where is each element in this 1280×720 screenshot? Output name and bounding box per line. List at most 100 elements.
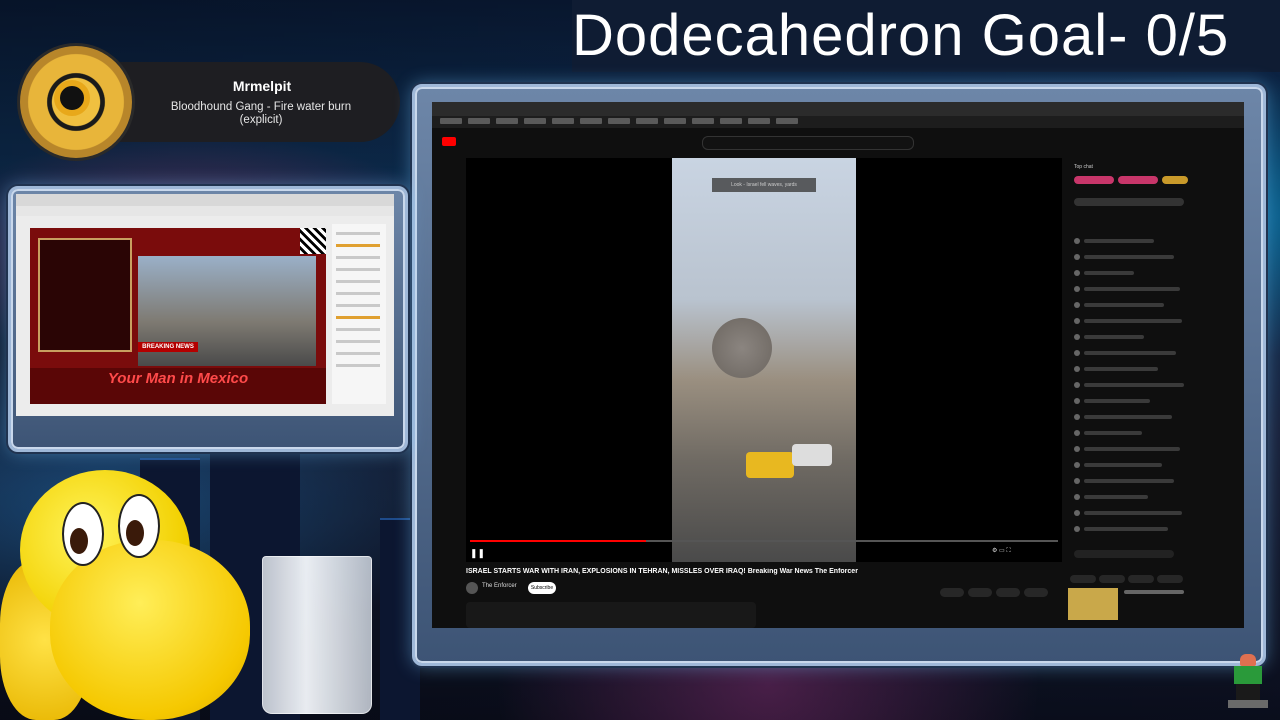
chat-avatar [1074, 478, 1080, 484]
chat-message [1084, 287, 1180, 291]
bookmark-item[interactable] [636, 118, 658, 124]
chat-avatar [1074, 350, 1080, 356]
chat-message [1084, 495, 1148, 499]
bookmark-item[interactable] [776, 118, 798, 124]
channel-name[interactable]: The Enforcer [482, 583, 517, 589]
chat-avatar [1074, 366, 1080, 372]
subscribe-button[interactable]: Subscribe [528, 582, 556, 594]
chat-avatar [1074, 526, 1080, 532]
rec-tab[interactable] [1099, 575, 1125, 583]
chat-message [336, 292, 380, 295]
stream-banner: Your Man in Mexico [107, 370, 249, 387]
chat-avatar [1074, 318, 1080, 324]
chat-avatar [1074, 494, 1080, 500]
rec-tab[interactable] [1157, 575, 1183, 583]
drinking-glass [262, 556, 372, 714]
chat-avatar [1074, 270, 1080, 276]
chat-message [1084, 527, 1168, 531]
mascot-pupil-left [70, 528, 88, 554]
chat-message [1084, 431, 1142, 435]
chat-message [1084, 255, 1174, 259]
share-button[interactable] [968, 588, 992, 597]
video-player[interactable]: Look - Israel fell waves, yards ❚❚ ⚙ ▭ ⛶ [466, 158, 1062, 562]
chat-message [1084, 399, 1150, 403]
chat-avatar [1074, 334, 1080, 340]
channel-avatar[interactable] [466, 582, 478, 594]
youtube-logo-icon[interactable] [442, 137, 456, 146]
chat-message [1084, 367, 1158, 371]
chat-message [336, 244, 380, 247]
smoke-cloud [712, 318, 772, 378]
chat-avatar [1074, 398, 1080, 404]
chat-pinned-pill[interactable] [1162, 176, 1188, 184]
qr-code-icon [300, 228, 326, 254]
chat-message [1084, 479, 1174, 483]
bookmark-item[interactable] [664, 118, 686, 124]
chat-message [336, 352, 380, 355]
bookmark-item[interactable] [496, 118, 518, 124]
browser-tab-bar[interactable] [432, 102, 1244, 116]
video-progress-bar[interactable] [470, 540, 1058, 542]
chat-avatar [1074, 238, 1080, 244]
bookmark-item[interactable] [692, 118, 714, 124]
video-frame: Look - Israel fell waves, yards [672, 158, 856, 562]
car [792, 444, 832, 466]
recommendation-tabs [1070, 570, 1240, 583]
like-button[interactable] [940, 588, 964, 597]
bookmark-item[interactable] [580, 118, 602, 124]
recommended-video-title[interactable] [1124, 590, 1184, 594]
bookmark-item[interactable] [468, 118, 490, 124]
chat-message [1084, 463, 1162, 467]
chat-avatar [1074, 382, 1080, 388]
secondary-browser-window: BREAKING NEWS Your Man in Mexico [16, 194, 394, 416]
chat-message [336, 280, 380, 283]
live-chat: Top chat [1070, 158, 1192, 562]
chat-avatar [1074, 414, 1080, 420]
chat-message [1084, 351, 1176, 355]
chat-message [1084, 447, 1180, 451]
taxi [746, 452, 794, 478]
chat-input[interactable] [1074, 550, 1174, 558]
now-playing-username: Mrmelpit [232, 78, 292, 94]
video-title: ISRAEL STARTS WAR WITH IRAN, EXPLOSIONS … [466, 568, 858, 575]
chat-banner[interactable] [1074, 198, 1184, 206]
rec-tab[interactable] [1070, 575, 1096, 583]
chat-message [1084, 239, 1154, 243]
breaking-news-label: BREAKING NEWS [138, 342, 198, 352]
mascot-pupil-right [126, 520, 144, 546]
bookmark-item[interactable] [748, 118, 770, 124]
chat-avatar [1074, 446, 1080, 452]
recommended-video-thumbnail[interactable] [1068, 588, 1118, 620]
rec-tab[interactable] [1128, 575, 1154, 583]
chat-avatar [1074, 462, 1080, 468]
chat-message [336, 340, 380, 343]
chat-message [1084, 319, 1182, 323]
chat-avatar [1074, 254, 1080, 260]
chat-avatar [1074, 286, 1080, 292]
save-button[interactable] [996, 588, 1020, 597]
pause-icon[interactable]: ❚❚ [470, 548, 485, 559]
chat-pinned-pill[interactable] [1074, 176, 1114, 184]
chat-message [336, 256, 380, 259]
bookmark-item[interactable] [440, 118, 462, 124]
chat-avatar [1074, 302, 1080, 308]
chat-pinned-pill[interactable] [1118, 176, 1158, 184]
chat-message [1084, 303, 1164, 307]
video-description[interactable] [466, 602, 756, 628]
bookmark-item[interactable] [720, 118, 742, 124]
goal-banner: Dodecahedron Goal- 0/5 [572, 0, 1280, 72]
bookmark-item[interactable] [524, 118, 546, 124]
search-input[interactable] [702, 136, 914, 150]
mascot-snout [50, 540, 250, 720]
secondary-tab-bar[interactable] [16, 194, 394, 206]
chat-avatar [1074, 510, 1080, 516]
more-button[interactable] [1024, 588, 1048, 597]
chat-message [1084, 271, 1134, 275]
embedded-stream[interactable]: BREAKING NEWS Your Man in Mexico [30, 228, 326, 404]
video-controls-right[interactable]: ⚙ ▭ ⛶ [992, 547, 1011, 555]
bookmark-item[interactable] [608, 118, 630, 124]
logo-emblem-icon [54, 80, 90, 116]
bookmark-item[interactable] [552, 118, 574, 124]
chat-message [1084, 335, 1144, 339]
chat-header[interactable]: Top chat [1074, 164, 1093, 170]
